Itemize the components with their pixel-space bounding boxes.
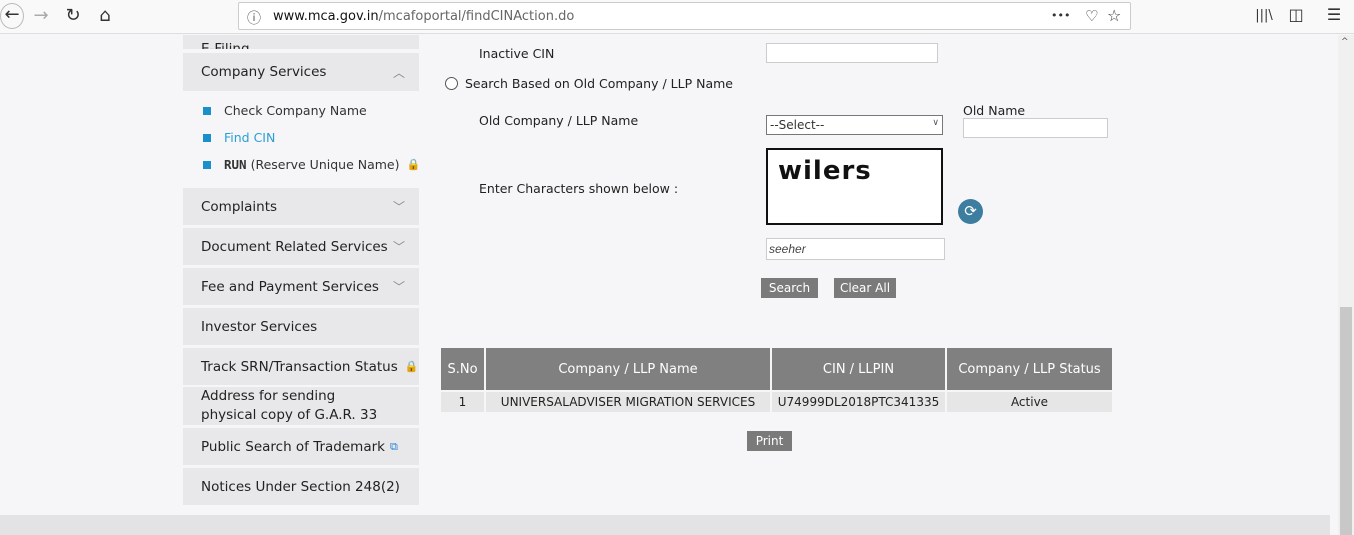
radio-label: Search Based on Old Company / LLP Name bbox=[465, 76, 733, 91]
sidebar-item-label: Complaints bbox=[201, 198, 278, 215]
sidebar-item-label: Address for sending physical copy of G.A… bbox=[201, 388, 378, 423]
header-sno: S.No bbox=[441, 348, 484, 390]
print-button[interactable]: Print bbox=[747, 431, 792, 451]
home-icon[interactable]: ⌂ bbox=[93, 5, 117, 26]
submenu-label: Check Company Name bbox=[224, 103, 367, 118]
submenu-find-cin[interactable]: Find CIN bbox=[203, 130, 275, 145]
submenu-label: (Reserve Unique Name) bbox=[250, 157, 400, 172]
header-status: Company / LLP Status bbox=[947, 348, 1112, 390]
results-table: S.No Company / LLP Name CIN / LLPIN Comp… bbox=[439, 346, 1114, 414]
sidebar-item-fee-payment[interactable]: Fee and Payment Services ﹀ bbox=[183, 268, 419, 305]
menu-icon[interactable]: ☰ bbox=[1322, 5, 1346, 24]
sidebar-item-label: Track SRN/Transaction Status bbox=[201, 358, 398, 375]
submenu-run[interactable]: RUN (Reserve Unique Name) 🔒 bbox=[203, 157, 420, 172]
old-name-input[interactable] bbox=[963, 118, 1108, 138]
scrollbar-thumb[interactable] bbox=[1340, 307, 1352, 535]
sidebar-item-label: E-Filing bbox=[201, 41, 250, 49]
url-bar[interactable]: ⓘ www.mca.gov.in/mcafoportal/findCINActi… bbox=[238, 2, 1131, 30]
sidebar-item-efiling[interactable]: E-Filing bbox=[183, 35, 419, 49]
header-company-name: Company / LLP Name bbox=[486, 348, 770, 390]
captcha-input[interactable] bbox=[766, 238, 945, 260]
external-link-icon: ⧉ bbox=[389, 439, 398, 453]
sidebar-item-company-services[interactable]: Company Services ︿ bbox=[183, 53, 419, 91]
inactive-cin-input[interactable] bbox=[766, 43, 938, 63]
captcha-text: wilers bbox=[778, 156, 872, 186]
forward-icon[interactable]: → bbox=[29, 5, 53, 26]
scrollbar[interactable]: ^ bbox=[1338, 35, 1354, 535]
sidebar-item-investor-services[interactable]: Investor Services bbox=[183, 308, 419, 345]
old-company-select[interactable]: --Select-- ∨ bbox=[766, 115, 943, 135]
chevron-down-icon: ﹀ bbox=[392, 240, 405, 254]
search-button[interactable]: Search bbox=[761, 278, 818, 298]
sidebar-item-document-services[interactable]: Document Related Services ﹀ bbox=[183, 228, 419, 265]
select-value: --Select-- bbox=[770, 118, 825, 132]
chevron-up-icon: ︿ bbox=[392, 65, 405, 80]
table-row: 1 UNIVERSALADVISER MIGRATION SERVICES U7… bbox=[441, 392, 1112, 412]
scroll-up-icon[interactable]: ^ bbox=[1341, 37, 1349, 47]
bullet-icon bbox=[203, 133, 211, 142]
footer-band bbox=[0, 515, 1330, 535]
submenu-label: Find CIN bbox=[224, 130, 276, 145]
radio-old-name-option[interactable]: Search Based on Old Company / LLP Name bbox=[445, 76, 733, 91]
sidebar-item-label: Notices Under Section 248(2) bbox=[201, 478, 400, 495]
bullet-icon bbox=[203, 160, 211, 169]
header-cin: CIN / LLPIN bbox=[772, 348, 945, 390]
inactive-cin-label: Inactive CIN bbox=[479, 46, 555, 61]
url-text[interactable]: www.mca.gov.in/mcafoportal/findCINAction… bbox=[273, 9, 574, 24]
captcha-image: wilers bbox=[766, 148, 943, 225]
browser-toolbar: ← → ↻ ⌂ ⓘ www.mca.gov.in/mcafoportal/fin… bbox=[0, 0, 1354, 34]
lock-icon: 🔒 bbox=[406, 158, 421, 171]
sidebar-item-label: Company Services bbox=[201, 64, 327, 80]
cell-status: Active bbox=[947, 392, 1112, 412]
lock-icon: 🔒 bbox=[404, 360, 419, 373]
submenu-check-company-name[interactable]: Check Company Name bbox=[203, 103, 367, 118]
chevron-down-icon: ∨ bbox=[932, 118, 939, 128]
cell-cin: U74999DL2018PTC341335 bbox=[772, 392, 945, 412]
info-icon[interactable]: ⓘ bbox=[247, 8, 261, 28]
sidebar-item-label: Public Search of Trademark bbox=[201, 438, 385, 455]
url-domain: www.mca.gov.in bbox=[273, 9, 379, 24]
old-name-label: Old Name bbox=[963, 103, 1026, 118]
sidebar-item-label: Document Related Services bbox=[201, 238, 388, 255]
sidebar-item-label: Fee and Payment Services bbox=[201, 278, 379, 295]
radio-button[interactable] bbox=[445, 77, 458, 90]
sidebar-item-gar33[interactable]: Address for sending physical copy of G.A… bbox=[183, 387, 419, 425]
refresh-captcha-icon[interactable]: ⟳ bbox=[958, 199, 983, 224]
captcha-label: Enter Characters shown below : bbox=[479, 181, 679, 196]
table-header-row: S.No Company / LLP Name CIN / LLPIN Comp… bbox=[441, 348, 1112, 390]
library-icon[interactable]: |||\ bbox=[1252, 8, 1276, 23]
more-icon[interactable]: ••• bbox=[1051, 9, 1070, 22]
chevron-down-icon: ﹀ bbox=[392, 280, 405, 294]
sidebar-item-label: Investor Services bbox=[201, 318, 318, 335]
chevron-down-icon: ﹀ bbox=[392, 200, 405, 214]
sidebar-item-trademark[interactable]: Public Search of Trademark ⧉ bbox=[183, 428, 419, 465]
clear-all-button[interactable]: Clear All bbox=[834, 278, 896, 298]
cell-sno: 1 bbox=[441, 392, 484, 412]
sidebar-item-track-srn[interactable]: Track SRN/Transaction Status 🔒 bbox=[183, 348, 419, 385]
cell-company-name: UNIVERSALADVISER MIGRATION SERVICES bbox=[486, 392, 770, 412]
pocket-icon[interactable]: ♡ bbox=[1085, 7, 1098, 25]
sidebar-icon[interactable]: ◫ bbox=[1284, 5, 1308, 24]
sidebar-item-complaints[interactable]: Complaints ﹀ bbox=[183, 188, 419, 225]
back-icon[interactable]: ← bbox=[0, 3, 24, 29]
run-logo: RUN bbox=[224, 157, 247, 172]
sidebar-item-notices-248[interactable]: Notices Under Section 248(2) bbox=[183, 468, 419, 505]
old-company-label: Old Company / LLP Name bbox=[479, 113, 639, 128]
bookmark-star-icon[interactable]: ☆ bbox=[1107, 6, 1121, 25]
reload-icon[interactable]: ↻ bbox=[61, 5, 85, 26]
bullet-icon bbox=[203, 106, 211, 115]
url-path: /mcafoportal/findCINAction.do bbox=[378, 9, 575, 24]
